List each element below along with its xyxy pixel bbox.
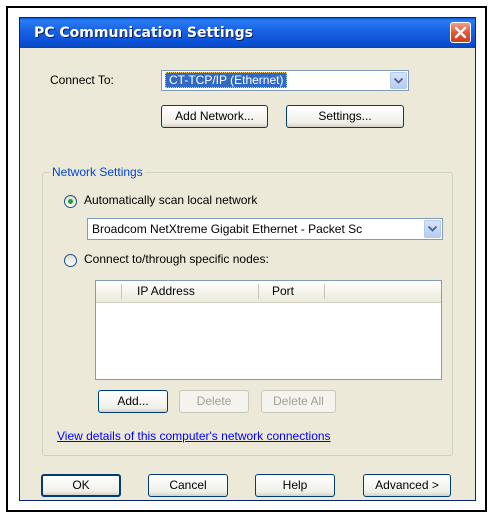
specific-nodes-label[interactable]: Connect to/through specific nodes: xyxy=(84,252,269,266)
dropdown-arrow-icon xyxy=(394,78,403,84)
adapter-dropdown-button[interactable] xyxy=(424,220,441,238)
close-icon xyxy=(454,26,467,39)
column-separator xyxy=(324,284,325,299)
network-connections-link[interactable]: View details of this computer's network … xyxy=(57,429,331,443)
settings-button[interactable]: Settings... xyxy=(286,105,404,128)
nodes-list[interactable]: IP Address Port xyxy=(95,280,442,380)
specific-nodes-radio[interactable] xyxy=(64,254,77,267)
help-button[interactable]: Help xyxy=(255,474,335,497)
column-header-ip-address[interactable]: IP Address xyxy=(137,281,257,302)
connect-to-combobox[interactable]: CT-TCP/IP (Ethernet) xyxy=(161,70,409,91)
radio-selected-dot xyxy=(68,199,73,204)
advanced-button[interactable]: Advanced > xyxy=(363,474,451,497)
close-button[interactable] xyxy=(450,22,471,43)
network-settings-group-title: Network Settings xyxy=(50,165,145,179)
connect-to-label: Connect To: xyxy=(50,73,114,87)
auto-scan-radio[interactable] xyxy=(64,195,77,208)
dropdown-arrow-icon xyxy=(428,226,437,232)
column-header-port[interactable]: Port xyxy=(272,281,322,302)
column-separator xyxy=(121,284,122,299)
network-adapter-combobox[interactable]: Broadcom NetXtreme Gigabit Ethernet - Pa… xyxy=(87,218,443,240)
title-bar[interactable]: PC Communication Settings xyxy=(20,18,475,48)
connect-to-dropdown-button[interactable] xyxy=(390,72,407,89)
cancel-button[interactable]: Cancel xyxy=(148,474,228,497)
window-title: PC Communication Settings xyxy=(34,25,253,41)
connect-to-value: CT-TCP/IP (Ethernet) xyxy=(165,72,288,88)
add-node-button[interactable]: Add... xyxy=(98,390,168,413)
network-adapter-value: Broadcom NetXtreme Gigabit Ethernet - Pa… xyxy=(92,222,363,236)
nodes-list-header: IP Address Port xyxy=(96,281,441,303)
delete-all-nodes-button[interactable]: Delete All xyxy=(261,390,336,413)
column-separator xyxy=(258,284,259,299)
add-network-button[interactable]: Add Network... xyxy=(161,105,268,128)
ok-button[interactable]: OK xyxy=(41,474,121,497)
auto-scan-label[interactable]: Automatically scan local network xyxy=(84,193,257,207)
dialog-body: Connect To: CT-TCP/IP (Ethernet) Add Net… xyxy=(20,48,475,500)
delete-node-button[interactable]: Delete xyxy=(179,390,249,413)
dialog-window: PC Communication Settings Connect To: CT… xyxy=(19,17,476,501)
